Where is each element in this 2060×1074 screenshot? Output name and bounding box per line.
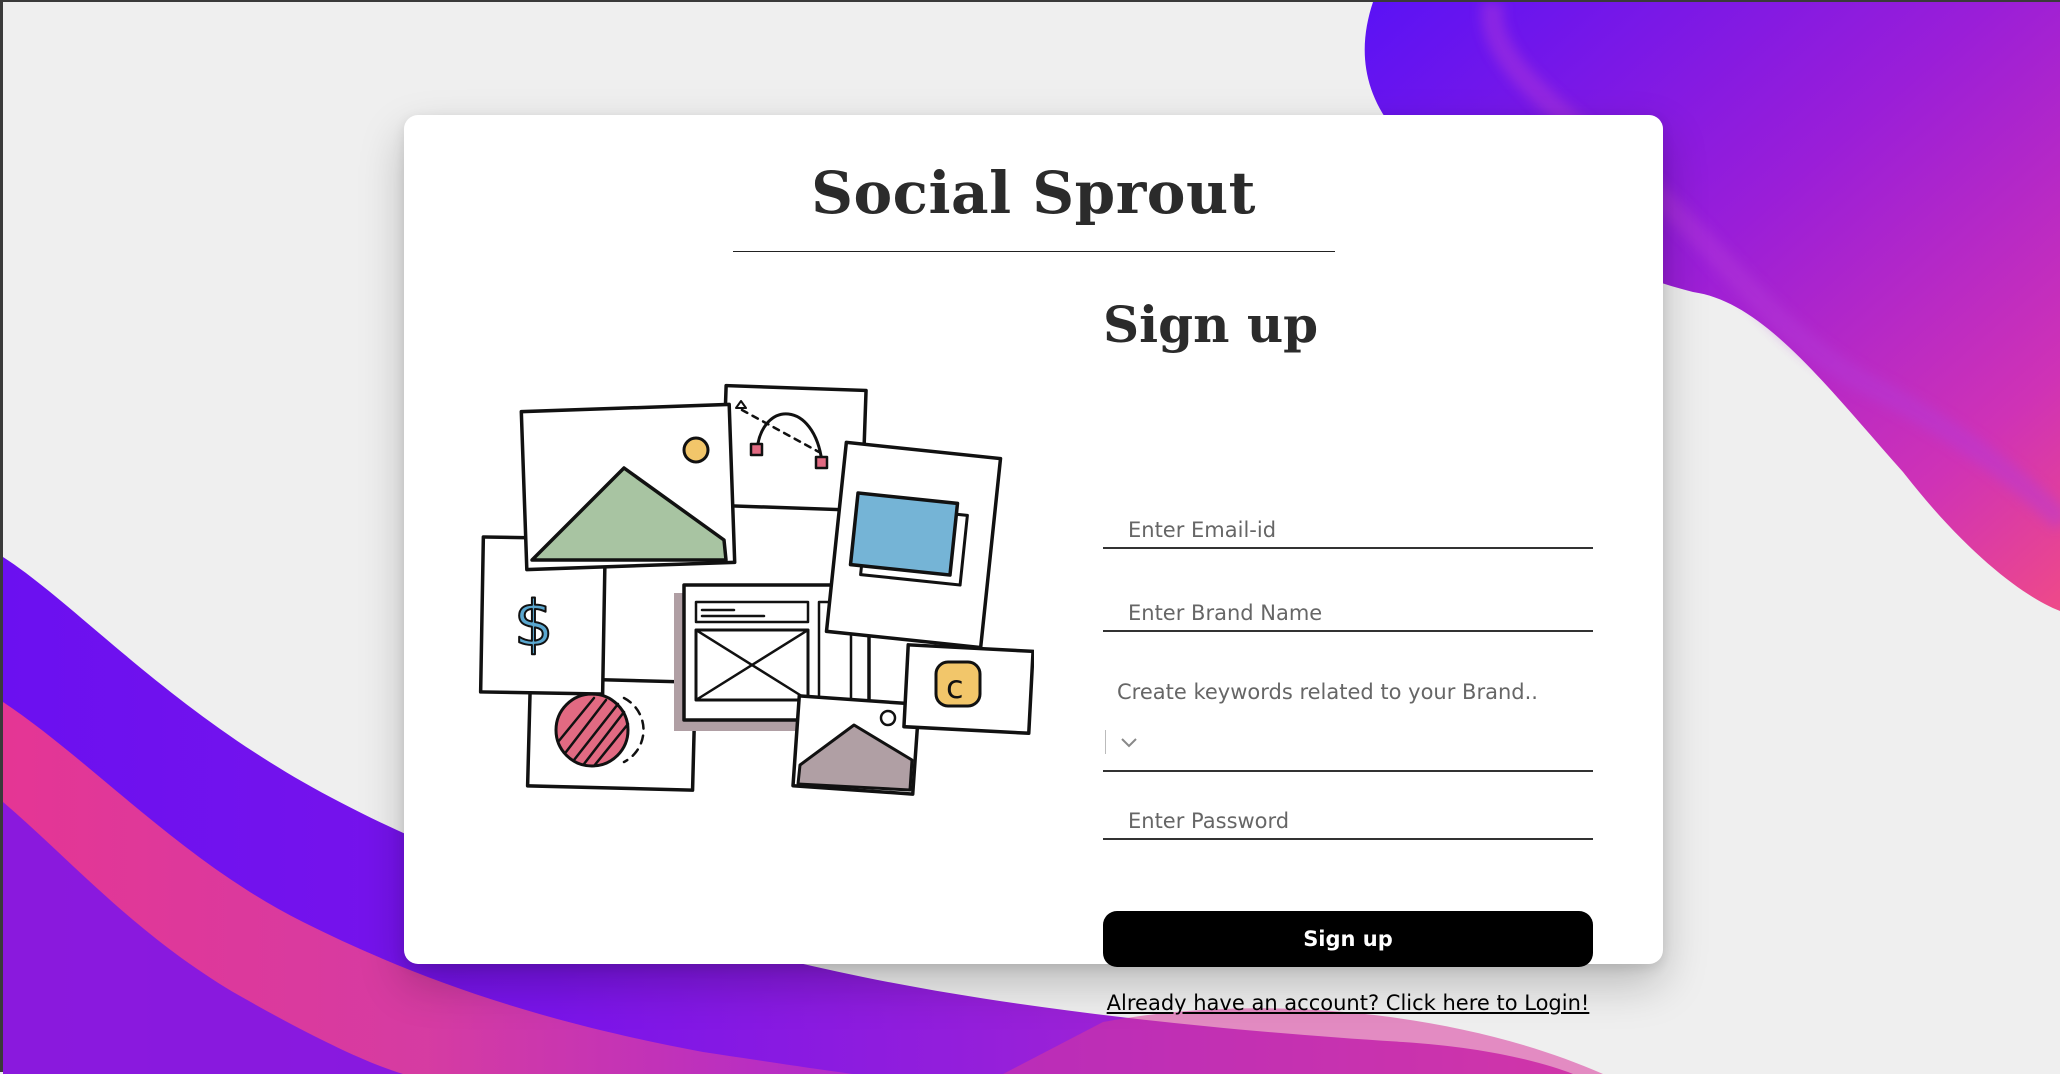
signup-form: Sign up Create keywords related to your … bbox=[1103, 295, 1593, 1015]
brand-name-field[interactable] bbox=[1103, 596, 1593, 632]
content-collage-illustration: $ c bbox=[478, 383, 1034, 796]
form-heading: Sign up bbox=[1103, 295, 1319, 354]
email-field[interactable] bbox=[1103, 513, 1593, 549]
chevron-down-icon[interactable] bbox=[1118, 732, 1140, 752]
keywords-separator bbox=[1105, 730, 1106, 754]
keywords-select[interactable]: Create keywords related to your Brand.. bbox=[1103, 680, 1593, 772]
signup-card: Social Sprout $ c Sign up Enter Email-id… bbox=[404, 115, 1663, 1015]
svg-text:$: $ bbox=[514, 587, 553, 660]
svg-text:c: c bbox=[946, 668, 964, 706]
title-divider bbox=[733, 251, 1335, 252]
app-title: Social Sprout bbox=[811, 159, 1256, 227]
password-field[interactable] bbox=[1103, 804, 1593, 840]
login-link[interactable]: Already have an account? Click here to L… bbox=[1103, 991, 1593, 1015]
keywords-placeholder: Create keywords related to your Brand.. bbox=[1117, 680, 1538, 704]
signup-button[interactable]: Sign up bbox=[1103, 911, 1593, 967]
